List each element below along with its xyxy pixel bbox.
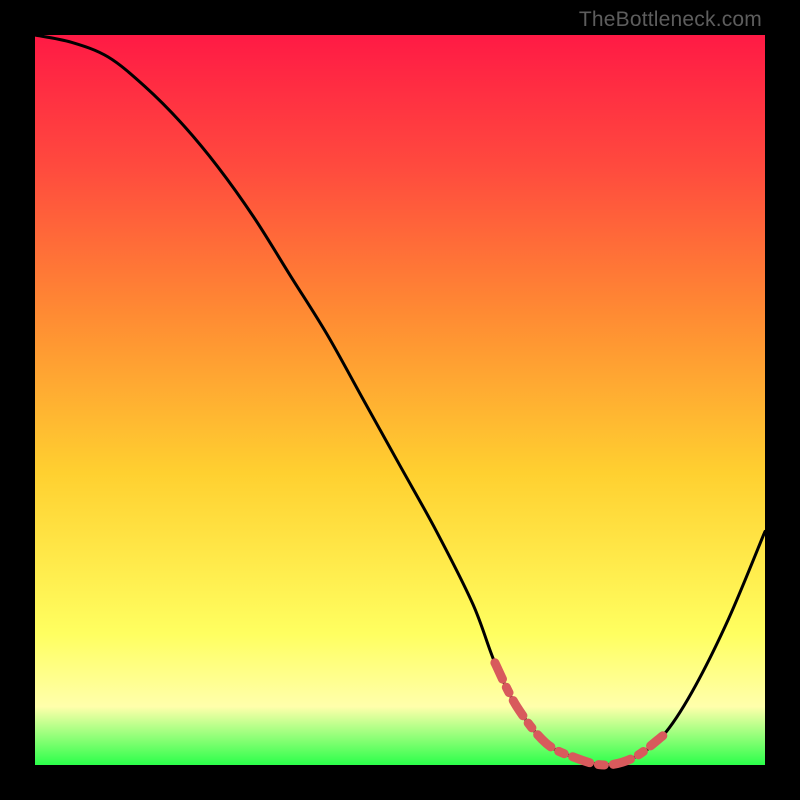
bottleneck-chart (0, 0, 800, 800)
trough-highlight-line (495, 663, 663, 765)
bottleneck-curve-line (35, 35, 765, 765)
